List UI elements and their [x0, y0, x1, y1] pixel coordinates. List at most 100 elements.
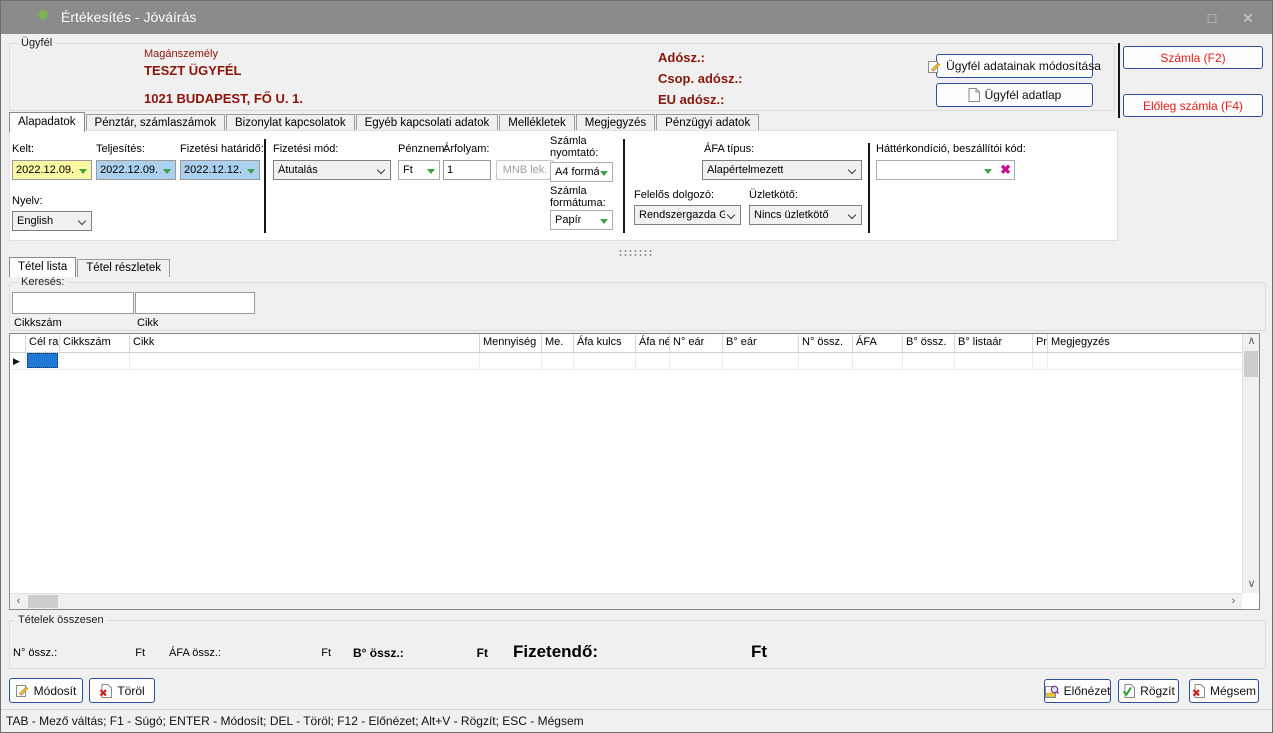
hatterkondicio-select[interactable]: ✖ — [876, 160, 1015, 180]
grid-cell-cikk[interactable] — [130, 353, 480, 369]
uzletkoto-label: Üzletkötő: — [749, 189, 798, 201]
search-cikkszam-input[interactable] — [12, 292, 134, 314]
grid-cell-cikkszam[interactable] — [60, 353, 130, 369]
grid-header-cel-raktar[interactable]: Cél ral — [26, 334, 60, 352]
invoice-button-label: Számla (F2) — [1160, 51, 1225, 65]
chevron-down-icon — [377, 166, 385, 174]
grid-header-brutto-ear[interactable]: B° eár — [723, 334, 799, 352]
modify-customer-button[interactable]: Ügyfél adatainak módosítása — [936, 54, 1093, 78]
scroll-right-icon[interactable]: › — [1225, 594, 1242, 610]
search-cikk-input[interactable] — [135, 292, 255, 314]
grid-header-mennyiseg[interactable]: Mennyiség — [480, 334, 542, 352]
grid-vertical-scrollbar[interactable]: ∧ ∨ — [1242, 334, 1259, 593]
selected-cell[interactable] — [27, 353, 58, 368]
grid-header-indicator — [10, 334, 26, 352]
advance-invoice-button-label: Előleg számla (F4) — [1143, 99, 1243, 113]
customer-name: TESZT ÜGYFÉL — [144, 63, 242, 78]
dropdown-arrow-icon[interactable] — [79, 169, 87, 178]
form-divider-3 — [868, 143, 870, 233]
grid-cell-pn[interactable] — [1033, 353, 1048, 369]
grid-cell-afa[interactable] — [853, 353, 903, 369]
grid-header-afa-kulcs[interactable]: Áfa kulcs — [574, 334, 636, 352]
grid-header-netto-ossz[interactable]: N° össz. — [799, 334, 853, 352]
tab-tetel-reszletek[interactable]: Tétel részletek — [77, 259, 170, 277]
grid-cell-me[interactable] — [542, 353, 574, 369]
horizontal-scroll-thumb[interactable] — [28, 595, 58, 608]
vertical-scroll-thumb[interactable] — [1244, 351, 1258, 377]
status-bar-text: TAB - Mező váltás; F1 - Súgó; ENTER - Mó… — [6, 714, 584, 728]
szamla-nyomtato-label-1: Számla — [550, 135, 587, 147]
arfolyam-label: Árfolyam: — [443, 143, 489, 155]
kelt-datepicker[interactable]: 2022.12.09. — [12, 160, 92, 180]
grid-cell-cel-raktar[interactable] — [26, 353, 60, 369]
clear-x-icon[interactable]: ✖ — [1000, 162, 1011, 178]
chevron-down-icon — [848, 211, 856, 219]
title-bar: ❋ Értékesítés - Jóváírás □ ✕ — [1, 1, 1272, 34]
penznem-select[interactable]: Ft — [398, 160, 440, 180]
preview-button[interactable]: Előnézet — [1044, 679, 1111, 703]
grid-header-cikk[interactable]: Cikk — [130, 334, 480, 352]
search-group-label: Keresés: — [18, 276, 67, 288]
close-button[interactable]: ✕ — [1232, 7, 1264, 29]
netto-total-label: N° össz.: — [13, 647, 57, 659]
delete-x-icon — [99, 684, 112, 698]
grid-cell-brutto-ossz[interactable] — [903, 353, 955, 369]
grid-header-netto-ear[interactable]: N° eár — [670, 334, 723, 352]
tab-alapadatok[interactable]: Alapadatok — [9, 112, 85, 132]
grid-cell-brutto-ear[interactable] — [723, 353, 799, 369]
szamla-formatuma-select[interactable]: Papír — [550, 210, 613, 230]
grid-header-afa[interactable]: ÁFA — [853, 334, 903, 352]
delete-button[interactable]: Töröl — [89, 678, 155, 703]
grid-cell-netto-ear[interactable] — [670, 353, 723, 369]
scroll-left-icon[interactable]: ‹ — [10, 594, 27, 610]
szamla-nyomtato-select[interactable]: A4 formá — [550, 162, 613, 182]
grid-header-cikkszam[interactable]: Cikkszám — [60, 334, 130, 352]
grid-header-brutto-listaar[interactable]: B° listaár — [955, 334, 1033, 352]
grid-row-1[interactable]: ▶ — [10, 353, 1242, 370]
arfolyam-input[interactable] — [443, 160, 491, 180]
uzletkoto-select[interactable]: Nincs üzletkötő — [749, 205, 862, 225]
customer-sheet-button[interactable]: Ügyfél adatlap — [936, 83, 1093, 107]
netto-total-currency: Ft — [113, 647, 145, 659]
fizetesi-mod-select[interactable]: Átutalás — [273, 160, 391, 180]
grid-cell-mennyiseg[interactable] — [480, 353, 542, 369]
dropdown-arrow-icon[interactable] — [163, 169, 171, 178]
invoice-button[interactable]: Számla (F2) — [1123, 46, 1263, 69]
splitter-handle[interactable] — [618, 249, 652, 257]
grid-cell-netto-ossz[interactable] — [799, 353, 853, 369]
maximize-button[interactable]: □ — [1196, 7, 1228, 29]
grid-header-megjegyzes[interactable]: Megjegyzés — [1048, 334, 1242, 352]
modify-button[interactable]: Módosít — [9, 678, 83, 703]
szamla-formatuma-label-1: Számla — [550, 185, 587, 197]
dropdown-arrow-icon[interactable] — [247, 169, 255, 178]
afa-tipus-select[interactable]: Alapértelmezett — [702, 160, 862, 180]
scroll-up-icon[interactable]: ∧ — [1243, 334, 1260, 350]
grid-header-brutto-ossz[interactable]: B° össz. — [903, 334, 955, 352]
afa-total-currency: Ft — [299, 647, 331, 659]
scroll-down-icon[interactable]: ∨ — [1243, 577, 1260, 593]
grid-cell-afa-nev[interactable] — [636, 353, 670, 369]
chevron-down-icon — [78, 217, 86, 225]
kelt-value: 2022.12.09. — [16, 164, 74, 176]
felelos-dolgozo-select[interactable]: Rendszergazda Gé — [634, 205, 741, 225]
header-divider — [1118, 43, 1120, 118]
teljesites-value: 2022.12.09. — [100, 164, 158, 176]
chevron-down-icon — [848, 166, 856, 174]
grid-header-afa-nev[interactable]: Áfa név — [636, 334, 670, 352]
fizetesi-mod-value: Átutalás — [278, 164, 318, 176]
grid-horizontal-scrollbar[interactable]: ‹ › — [10, 593, 1242, 609]
fizetesi-hatarido-datepicker[interactable]: 2022.12.12. — [180, 160, 260, 180]
grid-cell-brutto-listaar[interactable] — [955, 353, 1033, 369]
grid-cell-megjegyzes[interactable] — [1048, 353, 1242, 369]
teljesites-datepicker[interactable]: 2022.12.09. — [96, 160, 176, 180]
tab-tetel-lista[interactable]: Tétel lista — [9, 257, 76, 277]
grid-header-pn[interactable]: Pn. — [1033, 334, 1048, 352]
grid-header-me[interactable]: Me. — [542, 334, 574, 352]
felelos-dolgozo-value: Rendszergazda Gé — [639, 209, 725, 221]
grid-cell-afa-kulcs[interactable] — [574, 353, 636, 369]
save-button[interactable]: Rögzít — [1118, 679, 1179, 703]
advance-invoice-button[interactable]: Előleg számla (F4) — [1123, 94, 1263, 117]
cancel-button[interactable]: Mégsem — [1189, 679, 1259, 703]
mnb-fetch-button[interactable]: MNB lek. — [496, 160, 554, 180]
nyelv-select[interactable]: English — [12, 211, 92, 231]
